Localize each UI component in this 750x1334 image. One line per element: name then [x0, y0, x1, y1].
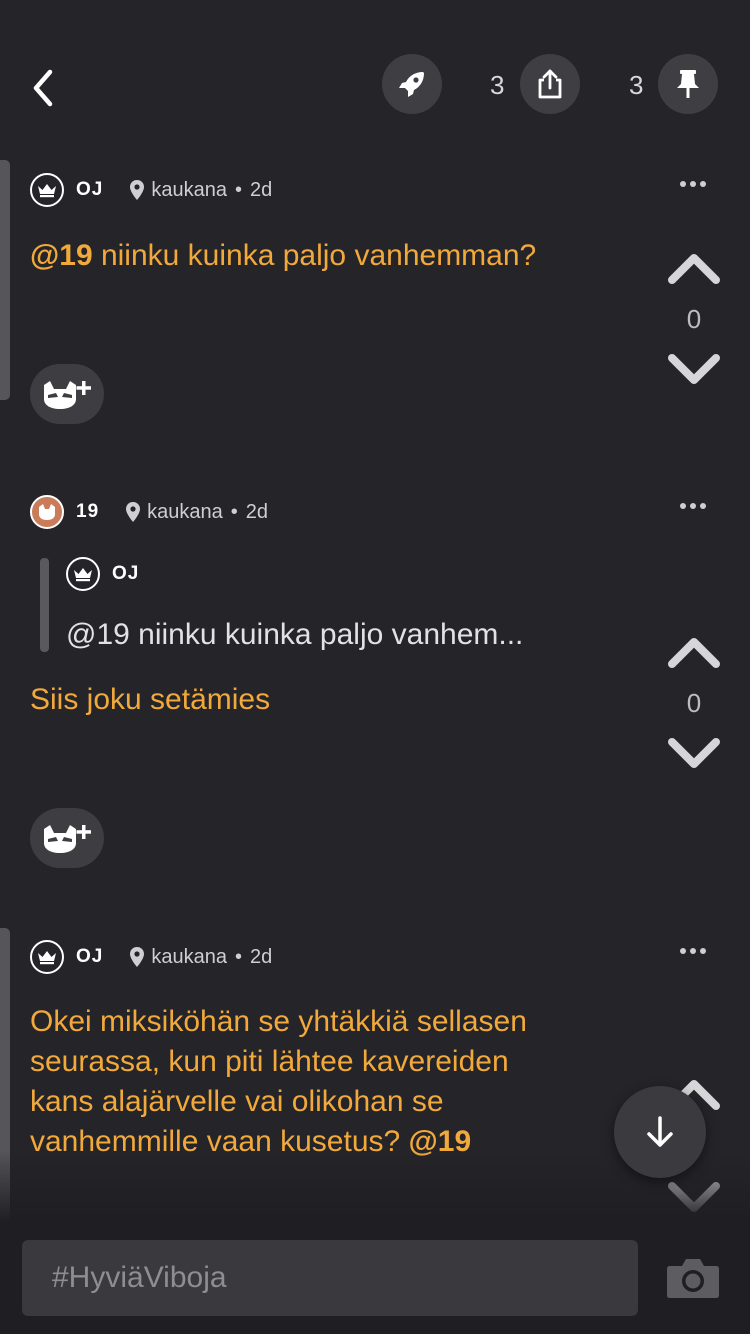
- post-age: 2d: [245, 500, 269, 523]
- top-bar: 3 3: [0, 0, 750, 150]
- share-icon: [538, 69, 562, 99]
- post-line: Okei miksiköhän se yhtäkkiä sellasen: [30, 1005, 527, 1038]
- post-text: Siis joku setämies: [30, 683, 271, 716]
- author-name: 19: [76, 501, 100, 522]
- share-button[interactable]: [520, 54, 580, 114]
- location-pin-icon: [130, 180, 145, 200]
- separator: •: [230, 500, 238, 523]
- follow-button[interactable]: [30, 364, 104, 424]
- post-meta: OJ kaukana • 2d: [30, 937, 272, 977]
- thread-indicator: [0, 160, 10, 400]
- post-text: Okei miksiköhän se yhtäkkiä sellasen seu…: [30, 1002, 527, 1162]
- post-line: kans alajärvelle vai olikohan se: [30, 1085, 444, 1118]
- quote-meta: OJ: [66, 554, 139, 594]
- upvote-icon[interactable]: [664, 632, 724, 672]
- more-dots-icon[interactable]: [673, 494, 713, 518]
- share-count: 3: [490, 70, 505, 100]
- more-dots-icon[interactable]: [673, 939, 713, 963]
- back-button[interactable]: [24, 62, 64, 114]
- quote-text[interactable]: @19 niinku kuinka paljo vanhem...: [66, 618, 523, 652]
- downvote-icon[interactable]: [664, 350, 724, 390]
- rocket-icon: [399, 72, 424, 97]
- post-text: @19 niinku kuinka paljo vanhemman?: [30, 236, 536, 276]
- separator: •: [234, 945, 242, 968]
- crown-icon: [38, 184, 56, 198]
- mention[interactable]: @19: [30, 239, 93, 272]
- avatar[interactable]: [30, 495, 64, 529]
- location-pin-icon: [130, 947, 145, 967]
- comment-input[interactable]: [22, 1240, 638, 1316]
- author-name: OJ: [76, 179, 104, 200]
- post-body: niinku kuinka paljo vanhemman?: [92, 239, 537, 272]
- location: kaukana: [125, 501, 223, 524]
- avatar[interactable]: [30, 173, 64, 207]
- vote-count: 0: [686, 304, 702, 334]
- location: kaukana: [129, 179, 227, 202]
- follow-cat-icon: [44, 381, 91, 409]
- separator: •: [234, 178, 242, 201]
- vote-count: 0: [686, 688, 702, 718]
- downvote-icon[interactable]: [664, 734, 724, 774]
- camera-icon: [667, 1259, 719, 1298]
- avatar[interactable]: [30, 940, 64, 974]
- post-meta: 19 kaukana • 2d: [30, 492, 268, 532]
- quote-author: OJ: [112, 563, 140, 584]
- location: kaukana: [129, 946, 227, 969]
- location-pin-icon: [126, 502, 141, 522]
- quote-bar: [40, 558, 49, 652]
- scroll-down-button[interactable]: [614, 1086, 706, 1178]
- location-name: kaukana: [151, 945, 227, 968]
- location-name: kaukana: [151, 178, 227, 201]
- pin-icon: [677, 70, 699, 98]
- upvote-icon[interactable]: [664, 248, 724, 288]
- pin-count: 3: [629, 70, 644, 100]
- post-age: 2d: [250, 178, 273, 201]
- author-name: OJ: [76, 946, 104, 967]
- scroll-down-arrow-icon: [647, 1116, 673, 1147]
- post-line: seurassa, kun piti lähtee kavereiden: [30, 1045, 509, 1078]
- post-age: 2d: [250, 945, 273, 968]
- crown-icon: [74, 568, 92, 582]
- back-chevron-icon: [33, 69, 53, 107]
- pin-button[interactable]: [658, 54, 718, 114]
- location-name: kaukana: [147, 500, 223, 523]
- quote-avatar: [66, 557, 100, 591]
- boost-button[interactable]: [382, 54, 442, 114]
- camera-button[interactable]: [664, 1254, 722, 1302]
- follow-button[interactable]: [30, 808, 104, 868]
- follow-cat-icon: [44, 825, 91, 853]
- more-dots-icon[interactable]: [673, 172, 713, 196]
- post-meta: OJ kaukana • 2d: [30, 170, 272, 210]
- cat-avatar-icon: [39, 504, 55, 520]
- crown-icon: [38, 951, 56, 965]
